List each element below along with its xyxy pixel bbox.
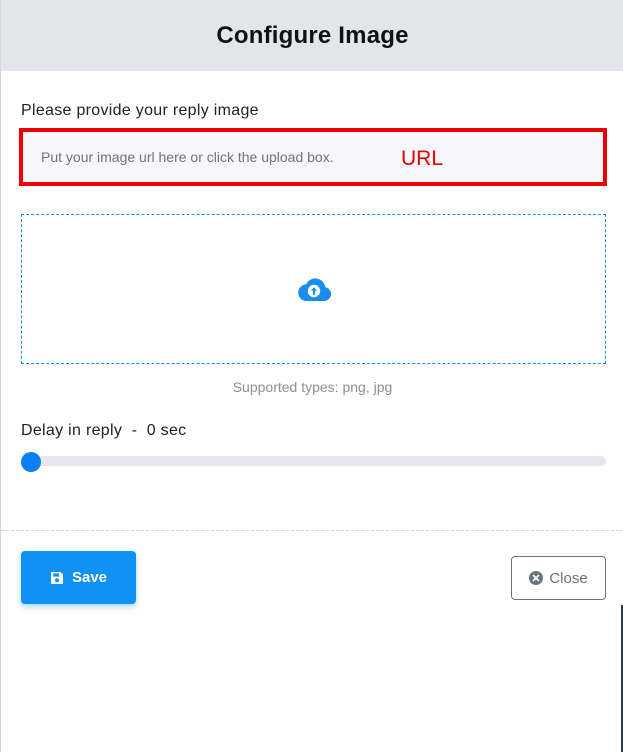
modal-title: Configure Image <box>216 21 409 49</box>
delay-slider-track[interactable] <box>21 456 606 466</box>
supported-types-text: Supported types: png, jpg <box>232 379 393 395</box>
delay-slider-thumb[interactable] <box>21 452 41 472</box>
image-url-input[interactable] <box>23 132 603 182</box>
image-field-label: Please provide your reply image <box>21 102 259 119</box>
save-icon <box>50 571 63 584</box>
save-button-label: Save <box>71 569 108 586</box>
image-url-field-wrapper: URL <box>19 128 607 186</box>
footer-divider <box>1 530 623 531</box>
upload-dropzone[interactable] <box>21 214 606 364</box>
close-button[interactable]: Close <box>511 556 606 600</box>
save-button[interactable]: Save <box>21 551 136 604</box>
delay-label: Delay in reply - 0 sec <box>21 422 187 439</box>
cloud-upload-icon <box>297 278 331 302</box>
configure-image-modal: Configure Image Please provide your repl… <box>0 0 623 752</box>
close-button-label: Close <box>549 569 588 587</box>
close-circle-icon <box>529 571 544 585</box>
modal-header: Configure Image <box>1 0 623 71</box>
